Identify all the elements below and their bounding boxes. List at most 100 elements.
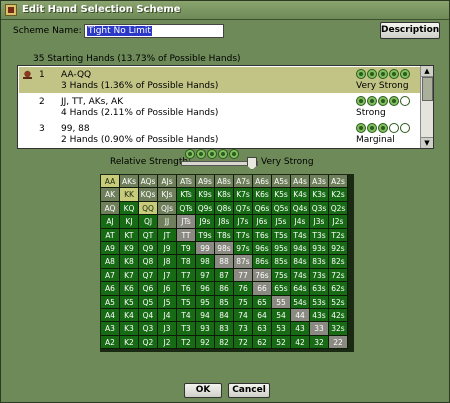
hand-cell[interactable]: T7	[177, 268, 196, 283]
strength-slider-thumb[interactable]	[247, 157, 257, 170]
hand-cell[interactable]: Q9s	[196, 201, 215, 216]
hand-cell[interactable]: QTs	[177, 201, 196, 216]
hand-cell[interactable]: A5	[101, 295, 120, 309]
hand-cell[interactable]: QQ	[139, 201, 158, 216]
hand-cell[interactable]: AJs	[158, 175, 177, 189]
hand-cell[interactable]: 93	[196, 322, 215, 336]
hand-cell[interactable]: 62s	[329, 282, 348, 296]
ok-button[interactable]: OK	[184, 383, 222, 398]
hand-cell[interactable]: A4	[101, 308, 120, 323]
hand-cell[interactable]: A3	[101, 322, 120, 336]
hand-cell[interactable]: Q4	[139, 308, 158, 323]
hand-cell[interactable]: Q4s	[291, 201, 310, 216]
hand-cell[interactable]: 32	[310, 335, 329, 350]
hand-cell[interactable]: A3s	[310, 175, 329, 189]
hand-cell[interactable]: 54s	[291, 295, 310, 309]
hand-cell[interactable]: J5	[158, 295, 177, 309]
hand-cell[interactable]: AA	[101, 175, 120, 189]
hand-group-row[interactable]: 1 AA-QQ 3 Hands (1.36% of Possible Hands) V…	[19, 67, 421, 93]
hand-cell[interactable]: Q2s	[329, 201, 348, 216]
hand-cell[interactable]: AQs	[139, 175, 158, 189]
hand-cell[interactable]: 53	[272, 322, 291, 336]
hand-cell[interactable]: 86	[215, 282, 234, 296]
hand-cell[interactable]: J4s	[291, 215, 310, 229]
hand-cell[interactable]: 95s	[272, 241, 291, 256]
hand-cell[interactable]: A6	[101, 282, 120, 296]
hand-cell[interactable]: 63s	[310, 282, 329, 296]
hand-cell[interactable]: AK	[101, 188, 120, 202]
hand-cell[interactable]: J2	[158, 335, 177, 350]
hand-cell[interactable]: A8	[101, 255, 120, 269]
hand-cell[interactable]: A2	[101, 335, 120, 350]
hand-cell[interactable]: 75s	[272, 268, 291, 283]
hand-cell[interactable]: 53s	[310, 295, 329, 309]
hand-cell[interactable]: K5s	[272, 188, 291, 202]
hand-cell[interactable]: 52	[272, 335, 291, 350]
hand-cell[interactable]: 94	[196, 308, 215, 323]
hand-cell[interactable]: 92s	[329, 241, 348, 256]
hand-cell[interactable]: 97	[196, 268, 215, 283]
hand-cell[interactable]: K7s	[234, 188, 253, 202]
hand-cell[interactable]: T8	[177, 255, 196, 269]
hand-cell[interactable]: Q8	[139, 255, 158, 269]
hand-cell[interactable]: TT	[177, 228, 196, 242]
hand-cell[interactable]: QJ	[139, 215, 158, 229]
hand-group-row[interactable]: 3 99, 88 2 Hands (0.90% of Possible Hands)…	[19, 121, 421, 147]
scheme-name-input[interactable]: Tight No Limit	[84, 24, 224, 38]
hand-cell[interactable]: K7	[120, 268, 139, 283]
hand-cell[interactable]: 43s	[310, 308, 329, 323]
hand-cell[interactable]: J9s	[196, 215, 215, 229]
hand-cell[interactable]: 84s	[291, 255, 310, 269]
hand-groups-list[interactable]: 1 AA-QQ 3 Hands (1.36% of Possible Hands) V…	[17, 65, 434, 149]
hand-cell[interactable]: 92	[196, 335, 215, 350]
hand-cell[interactable]: K6s	[253, 188, 272, 202]
hand-cell[interactable]: 72	[234, 335, 253, 350]
hand-cell[interactable]: 73	[234, 322, 253, 336]
hand-cell[interactable]: T3s	[310, 228, 329, 242]
hand-cell[interactable]: Q3	[139, 322, 158, 336]
hand-cell[interactable]: K8	[120, 255, 139, 269]
hand-cell[interactable]: K3	[120, 322, 139, 336]
scroll-up-icon[interactable]: ▲	[421, 66, 433, 77]
hand-cell[interactable]: 96s	[253, 241, 272, 256]
hand-cell[interactable]: J8s	[215, 215, 234, 229]
hand-cell[interactable]: A7	[101, 268, 120, 283]
hand-cell[interactable]: AKs	[120, 175, 139, 189]
hand-cell[interactable]: 65	[253, 295, 272, 309]
hand-cell[interactable]: KK	[120, 188, 139, 202]
hand-cell[interactable]: 98	[196, 255, 215, 269]
hand-cell[interactable]: Q5	[139, 295, 158, 309]
hand-cell[interactable]: Q9	[139, 241, 158, 256]
hand-cell[interactable]: 99	[196, 241, 215, 256]
hand-cell[interactable]: 66	[253, 282, 272, 296]
hand-cell[interactable]: 65s	[272, 282, 291, 296]
hand-cell[interactable]: 87s	[234, 255, 253, 269]
hand-cell[interactable]: 62	[253, 335, 272, 350]
hand-cell[interactable]: J8	[158, 255, 177, 269]
hand-cell[interactable]: 98s	[215, 241, 234, 256]
hand-cell[interactable]: 76s	[253, 268, 272, 283]
hand-cell[interactable]: J9	[158, 241, 177, 256]
hand-cell[interactable]: A6s	[253, 175, 272, 189]
cancel-button[interactable]: Cancel	[228, 383, 270, 398]
hand-cell[interactable]: 96	[196, 282, 215, 296]
hand-cell[interactable]: T9	[177, 241, 196, 256]
hand-cell[interactable]: J3	[158, 322, 177, 336]
list-scrollbar[interactable]: ▲ ▼	[420, 66, 433, 148]
scroll-thumb[interactable]	[422, 77, 433, 101]
hand-cell[interactable]: K8s	[215, 188, 234, 202]
hand-cell[interactable]: A5s	[272, 175, 291, 189]
hand-cell[interactable]: 73s	[310, 268, 329, 283]
hand-cell[interactable]: T4s	[291, 228, 310, 242]
hand-cell[interactable]: K9	[120, 241, 139, 256]
hand-cell[interactable]: T2	[177, 335, 196, 350]
hand-cell[interactable]: 74s	[291, 268, 310, 283]
hand-cell[interactable]: 93s	[310, 241, 329, 256]
hand-cell[interactable]: 97s	[234, 241, 253, 256]
hand-cell[interactable]: 22	[329, 335, 348, 350]
hand-cell[interactable]: JTs	[177, 215, 196, 229]
hand-cell[interactable]: 94s	[291, 241, 310, 256]
hand-cell[interactable]: 72s	[329, 268, 348, 283]
hand-cell[interactable]: J6	[158, 282, 177, 296]
hand-cell[interactable]: K6	[120, 282, 139, 296]
